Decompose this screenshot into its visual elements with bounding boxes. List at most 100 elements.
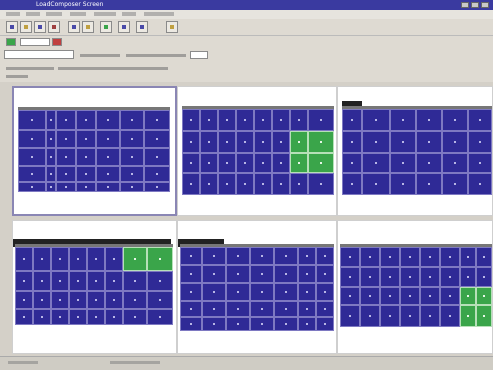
grid-cell[interactable]: [200, 131, 218, 153]
layout-pane-6[interactable]: [337, 220, 493, 354]
grid-cell[interactable]: [33, 309, 51, 325]
grid-cell[interactable]: [96, 110, 120, 130]
grid-cell[interactable]: [180, 283, 202, 301]
grid-cell[interactable]: [442, 109, 468, 131]
grid-cell[interactable]: [15, 271, 33, 291]
grid-cell[interactable]: [342, 131, 362, 153]
grid-cell[interactable]: [56, 166, 76, 182]
grid-cell[interactable]: [362, 131, 390, 153]
grid-cell[interactable]: [360, 247, 380, 267]
grid-cell[interactable]: [362, 109, 390, 131]
grid-cell[interactable]: [420, 287, 440, 305]
menu-item-extra[interactable]: [144, 12, 174, 16]
grid-cell[interactable]: [144, 130, 170, 148]
grid-cell[interactable]: [298, 301, 316, 317]
grid-cell[interactable]: [254, 173, 272, 195]
grid-cell[interactable]: [342, 153, 362, 173]
grid-cell-selected[interactable]: [460, 287, 476, 305]
maximize-button[interactable]: [471, 2, 479, 8]
grid-cell[interactable]: [120, 130, 144, 148]
grid-cell[interactable]: [76, 110, 96, 130]
grid-cell[interactable]: [442, 131, 468, 153]
open-button[interactable]: [20, 21, 32, 33]
grid-cell[interactable]: [69, 247, 87, 271]
grid-cell[interactable]: [468, 109, 492, 131]
grid-cell[interactable]: [18, 130, 46, 148]
grid-cell[interactable]: [87, 247, 105, 271]
grid-cell[interactable]: [362, 173, 390, 195]
grid-cell[interactable]: [200, 173, 218, 195]
grid-cell-selected[interactable]: [308, 131, 334, 153]
layout-pane-4[interactable]: [12, 220, 177, 354]
grid-cell[interactable]: [18, 182, 46, 192]
grid-cell[interactable]: [18, 110, 46, 130]
grid-cell[interactable]: [380, 247, 400, 267]
grid-cell[interactable]: [416, 131, 442, 153]
grid-cell[interactable]: [298, 317, 316, 331]
grid-cell-selected[interactable]: [147, 247, 173, 271]
grid-cell[interactable]: [236, 153, 254, 173]
grid-cell[interactable]: [416, 109, 442, 131]
grid-cell[interactable]: [476, 247, 492, 267]
grid-cell[interactable]: [69, 291, 87, 309]
menu-item-file[interactable]: [6, 12, 20, 16]
grid-cell[interactable]: [96, 148, 120, 166]
grid-cell[interactable]: [416, 173, 442, 195]
grid-cell[interactable]: [250, 317, 274, 331]
grid-cell[interactable]: [120, 166, 144, 182]
grid-cell[interactable]: [33, 271, 51, 291]
grid-cell[interactable]: [96, 166, 120, 182]
menu-item-edit[interactable]: [26, 12, 40, 16]
grid-cell[interactable]: [362, 153, 390, 173]
save-button[interactable]: [34, 21, 46, 33]
copy-button[interactable]: [68, 21, 80, 33]
grid-cell[interactable]: [46, 148, 56, 166]
grid-cell[interactable]: [226, 283, 250, 301]
grid-cell[interactable]: [51, 309, 69, 325]
grid-cell[interactable]: [202, 317, 226, 331]
grid-cell-selected[interactable]: [308, 153, 334, 173]
grid-cell[interactable]: [250, 265, 274, 283]
grid-cell[interactable]: [308, 173, 334, 195]
minimize-button[interactable]: [461, 2, 469, 8]
grid-cell[interactable]: [180, 247, 202, 265]
grid-cell[interactable]: [298, 283, 316, 301]
grid-cell[interactable]: [87, 309, 105, 325]
menu-item-help[interactable]: [122, 12, 136, 16]
grid-cell[interactable]: [202, 265, 226, 283]
grid-cell[interactable]: [340, 305, 360, 327]
grid-cell[interactable]: [218, 109, 236, 131]
grid-cell[interactable]: [46, 130, 56, 148]
grid-cell[interactable]: [250, 247, 274, 265]
grid-cell[interactable]: [96, 130, 120, 148]
grid-cell[interactable]: [290, 109, 308, 131]
grid-cell[interactable]: [144, 182, 170, 192]
grid-cell[interactable]: [200, 109, 218, 131]
grid-cell[interactable]: [144, 110, 170, 130]
grid-cell[interactable]: [272, 153, 290, 173]
grid-cell-selected[interactable]: [290, 131, 308, 153]
grid-cell[interactable]: [272, 109, 290, 131]
grid-cell[interactable]: [390, 173, 416, 195]
grid-cell[interactable]: [400, 287, 420, 305]
grid-cell[interactable]: [56, 148, 76, 166]
grid-cell[interactable]: [120, 148, 144, 166]
grid-cell[interactable]: [250, 283, 274, 301]
grid-cell[interactable]: [250, 301, 274, 317]
grid-cell[interactable]: [144, 148, 170, 166]
grid-cell[interactable]: [440, 267, 460, 287]
new-button[interactable]: [6, 21, 18, 33]
grid-cell[interactable]: [440, 305, 460, 327]
settings-button[interactable]: [166, 21, 178, 33]
grid-cell[interactable]: [182, 153, 200, 173]
grid-cell[interactable]: [400, 247, 420, 267]
record-toggle[interactable]: [52, 38, 62, 46]
grid-cell[interactable]: [51, 291, 69, 309]
grid-cell[interactable]: [342, 173, 362, 195]
menu-item-window[interactable]: [94, 12, 116, 16]
grid-cell[interactable]: [147, 309, 173, 325]
grid-cell[interactable]: [56, 130, 76, 148]
grid-cell[interactable]: [180, 317, 202, 331]
grid-cell[interactable]: [96, 182, 120, 192]
grid-cell[interactable]: [380, 287, 400, 305]
